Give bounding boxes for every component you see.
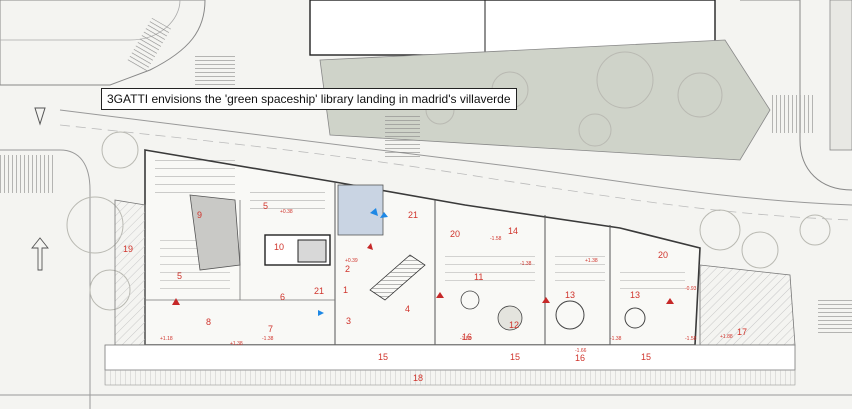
space-label: 4 (405, 304, 410, 314)
space-label: 10 (274, 242, 284, 252)
space-label: 21 (314, 286, 324, 296)
terrace-band-15 (104, 344, 796, 371)
level-mark: -1.58 (685, 336, 697, 342)
space-label: 6 (280, 292, 285, 302)
space-label: 15 (378, 352, 388, 362)
space-label: 7 (268, 324, 273, 334)
floor-plan-drawing: +0.38 +0.39 +1.18 -1.38 -1.88 -1.66 -1.3… (0, 0, 852, 409)
level-mark: +1.88 (720, 334, 733, 340)
hatched-area-17 (699, 264, 796, 346)
space-label: 16 (462, 332, 472, 342)
level-mark: +1.18 (160, 336, 173, 342)
library-building (144, 149, 701, 346)
space-label: 15 (510, 352, 520, 362)
paving-band-18 (104, 369, 796, 386)
level-mark: +1.38 (585, 258, 598, 264)
space-label: 13 (565, 290, 575, 300)
space-label: 15 (641, 352, 651, 362)
space-label: 11 (474, 272, 483, 282)
space-label: 1 (343, 285, 348, 295)
image-caption: 3GATTI envisions the 'green spaceship' l… (101, 88, 517, 110)
space-label: 2 (345, 264, 350, 274)
space-label: 5 (263, 201, 268, 211)
space-label: 21 (408, 210, 418, 220)
level-mark: +0.38 (280, 209, 293, 215)
level-mark: -1.38 (262, 336, 274, 342)
space-label: 5 (177, 271, 182, 281)
level-mark: -1.58 (490, 236, 502, 242)
space-label: 16 (575, 353, 585, 363)
level-mark: -1.38 (520, 261, 532, 267)
space-label: 18 (413, 373, 423, 383)
space-label: 12 (509, 320, 519, 330)
space-label: 19 (123, 244, 133, 254)
space-label: 17 (737, 327, 747, 337)
space-label: 3 (346, 316, 351, 326)
hatched-plaza-19 (114, 199, 146, 346)
level-mark: -1.38 (610, 336, 622, 342)
level-mark: -0.93 (685, 286, 697, 292)
space-label: 13 (630, 290, 640, 300)
space-label: 20 (658, 250, 668, 260)
space-label: 14 (508, 226, 518, 236)
space-label: 9 (197, 210, 202, 220)
level-mark: +1.38 (230, 341, 243, 347)
space-label: 20 (450, 229, 460, 239)
space-label: 8 (206, 317, 211, 327)
